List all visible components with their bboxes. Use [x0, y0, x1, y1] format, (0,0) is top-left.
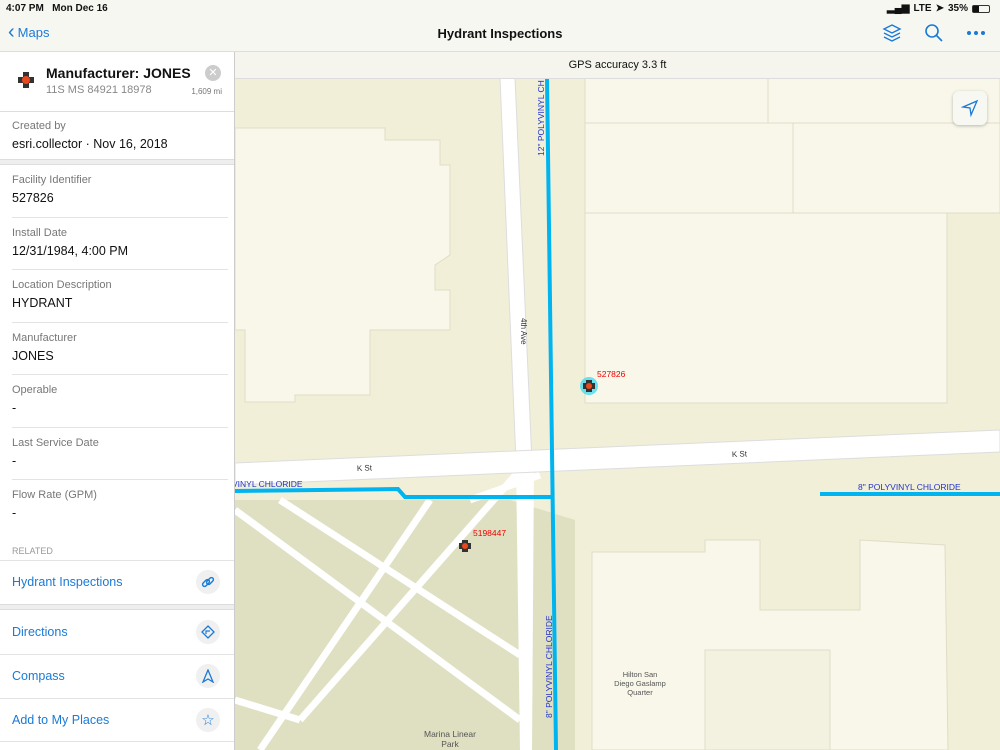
layers-icon[interactable] — [882, 23, 902, 43]
poi-label: Diego Gaslamp — [614, 679, 666, 688]
poi-label: Marina Linear — [424, 729, 476, 739]
field-value: esri.collector · Nov 16, 2018 — [12, 137, 168, 151]
field-value: 12/31/1984, 4:00 PM — [12, 243, 129, 258]
field-row: Operable - — [12, 375, 228, 428]
pipe-label: 8" POLYVINYL CHLORIDE — [544, 615, 554, 718]
created-by: Created by esri.collector · Nov 16, 2018 — [0, 112, 234, 159]
field-row: Location Description HYDRANT — [12, 270, 228, 323]
star-icon: ☆ — [196, 707, 220, 732]
action-label: Add to My Places — [12, 712, 110, 727]
field-row: Flow Rate (GPM) - — [12, 480, 228, 533]
directions-button[interactable]: Directions — [0, 610, 234, 654]
field-label: Location Description — [12, 279, 112, 291]
field-label: Last Service Date — [12, 436, 99, 449]
signal-icon: ▂▄▆ — [886, 3, 910, 14]
field-row: Facility Identifier 527826 — [12, 165, 228, 218]
related-hydrant-inspections[interactable]: Hydrant Inspections — [0, 559, 234, 604]
more-icon[interactable] — [966, 23, 986, 43]
field-value: 527826 — [12, 191, 54, 205]
page-title: Hydrant Inspections — [437, 26, 563, 41]
action-label: Directions — [12, 624, 68, 639]
attribute-list: Facility Identifier 527826 Install Date 12… — [0, 165, 234, 533]
hydrant-icon — [18, 72, 34, 88]
status-time: 4:07 PM — [6, 3, 44, 14]
feature-panel: Manufacturer: JONES 11S MS 84921 18978 1… — [0, 52, 235, 750]
pipe-label: 8" POLYVINYL CHLORIDE — [858, 482, 961, 492]
poi-label: Park — [441, 739, 459, 749]
related-heading: RELATED — [12, 545, 53, 556]
field-label: Flow Rate (GPM) — [12, 489, 97, 501]
field-label: Facility Identifier — [12, 174, 92, 186]
street-label: 4th Ave — [519, 318, 528, 345]
pipe-label: VINYL CHLORIDE — [232, 479, 303, 489]
field-label: Install Date — [12, 226, 68, 239]
directions-icon — [196, 619, 220, 644]
search-icon[interactable] — [924, 23, 944, 43]
field-label: Operable — [12, 384, 58, 396]
compass-icon — [196, 664, 220, 688]
street-label: K St — [732, 449, 748, 459]
compass-button[interactable]: Compass — [0, 653, 234, 698]
field-value: - — [12, 401, 17, 415]
field-value: - — [12, 453, 17, 468]
nav-bar: ‹ Maps Hydrant Inspections — [0, 16, 1000, 52]
location-arrow-icon: ➤ — [935, 3, 944, 14]
field-row: Install Date 12/31/1984, 4:00 PM — [12, 218, 228, 270]
gps-accuracy-banner: GPS accuracy 3.3 ft — [235, 52, 1000, 79]
field-value: HYDRANT — [12, 296, 73, 310]
feature-coordinates: 11S MS 84921 18978 — [46, 84, 152, 96]
status-date: Mon Dec 16 — [52, 3, 108, 14]
hydrant-label: 527826 — [597, 369, 626, 379]
status-bar: 4:07 PM Mon Dec 16 ▂▄▆ LTE ➤ 35% — [0, 0, 1000, 16]
poi-label: Hilton San — [623, 670, 658, 679]
field-value: - — [12, 506, 17, 520]
network-label: LTE — [913, 3, 932, 14]
poi-label: Quarter — [627, 688, 653, 697]
field-label: Created by — [12, 120, 66, 132]
navigation-arrow-icon — [961, 99, 979, 117]
field-row: Manufacturer JONES — [12, 323, 228, 375]
feature-distance: 1,609 mi — [191, 87, 222, 96]
link-icon — [196, 570, 220, 594]
related-label: Hydrant Inspections — [12, 575, 123, 589]
close-button[interactable]: ✕ — [205, 65, 221, 81]
add-to-my-places-button[interactable]: Add to My Places ☆ — [0, 697, 234, 742]
feature-title: Manufacturer: JONES — [46, 65, 191, 81]
pipe-label: 12" POLYVINYL CH — [536, 80, 546, 156]
my-location-button[interactable] — [953, 91, 987, 125]
hydrant-label: 5198447 — [473, 528, 506, 538]
street-label: K St — [357, 463, 373, 473]
field-label: Manufacturer — [12, 331, 77, 344]
field-row: Last Service Date - — [12, 428, 228, 480]
battery-icon — [972, 4, 990, 13]
battery-label: 35% — [947, 3, 968, 14]
action-label: Compass — [12, 669, 65, 683]
feature-header: Manufacturer: JONES 11S MS 84921 18978 1… — [0, 52, 234, 112]
field-value: JONES — [12, 348, 54, 363]
